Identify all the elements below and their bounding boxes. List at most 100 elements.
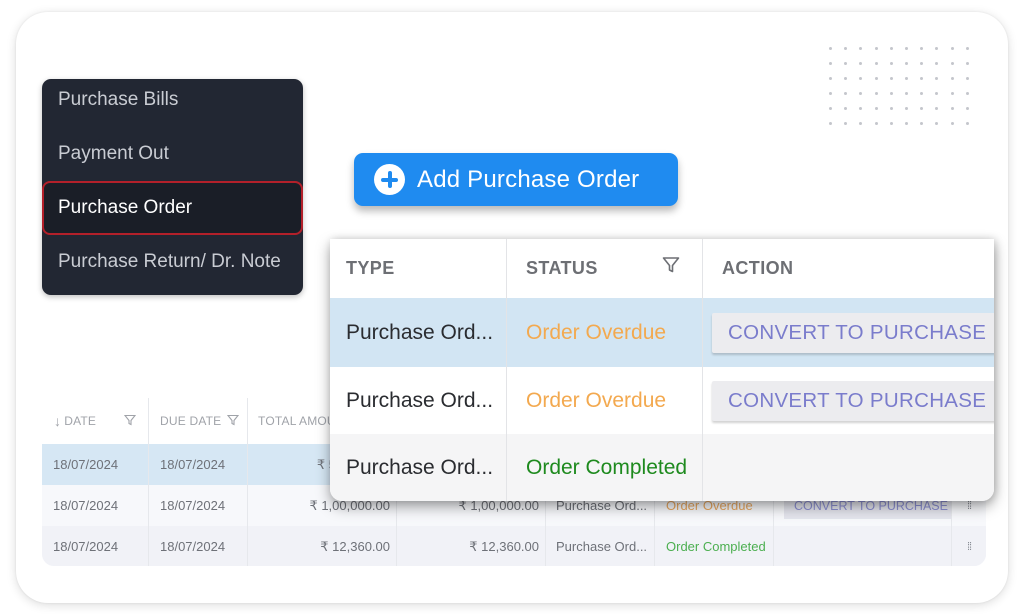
menu-item-purchase-order[interactable]: Purchase Order (42, 181, 303, 235)
grid-dot (935, 47, 939, 50)
grid-dot (950, 77, 954, 80)
grid-dot (950, 122, 954, 125)
bg-status-cell: Order Completed (655, 526, 774, 566)
bg-date-cell: 18/07/2024 (42, 485, 149, 526)
grid-dot (920, 77, 924, 80)
type-cell: Purchase Ord... (330, 298, 507, 367)
grid-dot (920, 92, 924, 95)
grid-dot (965, 47, 969, 50)
grid-dot (829, 77, 832, 80)
grid-dot (950, 92, 954, 95)
status-cell: Order Overdue (507, 298, 703, 367)
grid-dot (935, 92, 939, 95)
bg-due-date-cell: 18/07/2024 (149, 485, 248, 526)
drag-handle-icon[interactable]: ⁞⁞ (952, 526, 986, 566)
grid-dot (889, 92, 893, 95)
bg-total-cell: ₹ 12,360.00 (248, 526, 397, 566)
type-cell: Purchase Ord... (330, 367, 507, 434)
header-type[interactable]: TYPE (330, 239, 507, 298)
sort-down-arrow-icon: ↓ (54, 413, 62, 429)
status-cell: Order Completed (507, 434, 703, 501)
grid-dot (874, 47, 878, 50)
decorative-dot-grid (829, 47, 979, 137)
status-badge: Order Overdue (526, 388, 667, 412)
grid-dot (965, 62, 969, 65)
grid-dot (935, 107, 939, 110)
convert-to-purchase-button[interactable]: CONVERT TO PURCHASE (712, 380, 994, 421)
bg-date-cell: 18/07/2024 (42, 444, 149, 485)
grid-dot (920, 107, 924, 110)
bg-due-date-cell: 18/07/2024 (149, 526, 248, 566)
grid-dot (889, 122, 893, 125)
table-header: TYPE STATUS ACTION (330, 239, 994, 298)
table-row[interactable]: Purchase Ord... Order Completed (330, 434, 994, 501)
grid-dot (889, 62, 893, 65)
bg-type-cell: Purchase Ord... (546, 526, 655, 566)
grid-dot (920, 62, 924, 65)
filter-icon[interactable] (227, 414, 240, 429)
grid-dot (829, 62, 832, 65)
table-row[interactable]: Purchase Ord... Order Overdue CONVERT TO… (330, 367, 994, 434)
action-cell: CONVERT TO PURCHASE (703, 367, 994, 434)
grid-dot (920, 122, 924, 125)
header-action: ACTION (722, 258, 794, 278)
grid-dot (874, 122, 878, 125)
grid-dot (859, 122, 863, 125)
grid-dot (905, 122, 908, 125)
grid-dot (829, 47, 832, 50)
add-purchase-order-label: Add Purchase Order (417, 165, 640, 193)
grid-dot (844, 77, 848, 80)
grid-dot (965, 77, 969, 80)
grid-dot (844, 92, 848, 95)
purchase-side-menu: Purchase Bills Payment Out Purchase Orde… (42, 79, 303, 295)
grid-dot (905, 107, 908, 110)
grid-dot (920, 47, 924, 50)
grid-dot (844, 47, 848, 50)
table-row[interactable]: Purchase Ord... Order Overdue CONVERT TO… (330, 298, 994, 367)
action-cell (703, 434, 994, 501)
header-status[interactable]: STATUS (507, 239, 703, 298)
status-badge: Order Completed (526, 455, 688, 479)
menu-item-payment-out[interactable]: Payment Out (42, 127, 303, 181)
type-cell: Purchase Ord... (330, 434, 507, 501)
bg-header-date[interactable]: ↓ DATE (42, 398, 149, 444)
add-purchase-order-button[interactable]: Add Purchase Order (354, 153, 678, 206)
grid-dot (844, 122, 848, 125)
purchase-orders-table: TYPE STATUS ACTION Purchase Ord... Order… (330, 239, 994, 501)
grid-dot (950, 62, 954, 65)
grid-dot (905, 47, 908, 50)
filter-icon[interactable] (123, 414, 137, 429)
grid-dot (859, 47, 863, 50)
grid-dot (935, 122, 939, 125)
grid-dot (905, 77, 908, 80)
grid-dot (859, 107, 863, 110)
grid-dot (859, 62, 863, 65)
convert-to-purchase-button[interactable]: CONVERT TO PURCHASE (712, 312, 994, 353)
bg-balance-cell: ₹ 12,360.00 (397, 526, 546, 566)
menu-item-purchase-return[interactable]: Purchase Return/ Dr. Note (42, 235, 303, 289)
bg-due-date-cell: 18/07/2024 (149, 444, 248, 485)
grid-dot (844, 107, 848, 110)
grid-dot (874, 77, 878, 80)
grid-dot (829, 92, 832, 95)
grid-dot (965, 107, 969, 110)
status-badge: Order Overdue (526, 320, 667, 344)
bg-table-row[interactable]: 18/07/2024 18/07/2024 ₹ 12,360.00 ₹ 12,3… (42, 526, 986, 566)
bg-header-due-date[interactable]: DUE DATE (149, 398, 248, 444)
filter-icon[interactable] (662, 256, 680, 279)
grid-dot (950, 47, 954, 50)
grid-dot (859, 92, 863, 95)
grid-dot (950, 107, 954, 110)
grid-dot (829, 107, 832, 110)
grid-dot (874, 62, 878, 65)
action-cell: CONVERT TO PURCHASE (703, 298, 994, 367)
grid-dot (889, 47, 893, 50)
grid-dot (874, 107, 878, 110)
menu-item-purchase-bills[interactable]: Purchase Bills (42, 73, 303, 127)
grid-dot (965, 92, 969, 95)
grid-dot (859, 77, 863, 80)
grid-dot (905, 92, 908, 95)
bg-action-cell (774, 526, 952, 566)
grid-dot (889, 77, 893, 80)
grid-dot (935, 77, 939, 80)
